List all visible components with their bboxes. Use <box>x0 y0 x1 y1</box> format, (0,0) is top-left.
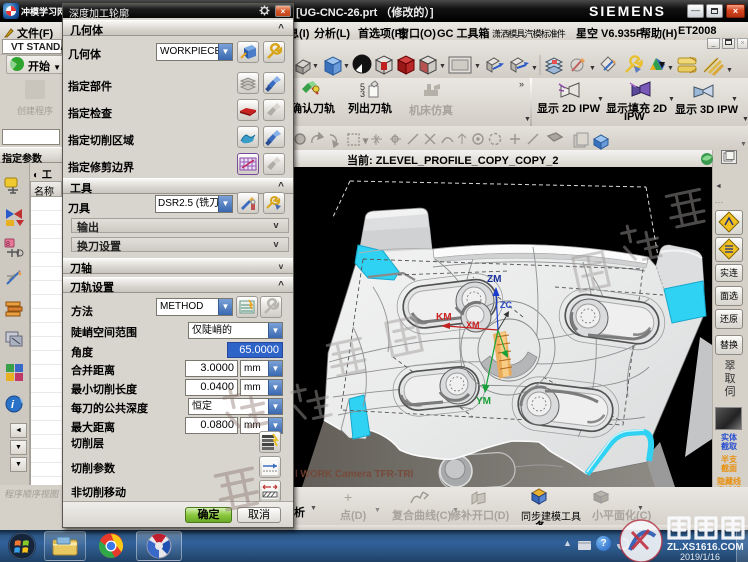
svg-text:▼: ▼ <box>667 65 674 72</box>
svg-text:3: 3 <box>360 89 365 98</box>
svg-text:▼: ▼ <box>439 63 446 70</box>
svg-text:8: 8 <box>6 241 10 248</box>
svg-text:2019/1/16: 2019/1/16 <box>680 552 720 562</box>
svg-text:▼: ▼ <box>531 65 538 72</box>
svg-text:▼: ▼ <box>474 63 481 70</box>
svg-text:▼: ▼ <box>343 63 350 70</box>
svg-text:YM: YM <box>476 396 491 407</box>
svg-text:l WORK Camera TFR-TRl: l WORK Camera TFR-TRl <box>295 469 414 480</box>
svg-text:KM: KM <box>436 312 452 323</box>
svg-text:▼: ▼ <box>362 138 369 145</box>
svg-text:XM: XM <box>466 320 480 330</box>
svg-text:▼: ▼ <box>312 63 319 70</box>
svg-text:ZM: ZM <box>487 274 501 285</box>
svg-text:▼: ▼ <box>726 67 733 74</box>
svg-text:▼: ▼ <box>740 141 747 148</box>
svg-text:ZC: ZC <box>500 300 512 310</box>
svg-text:▼: ▼ <box>589 65 596 72</box>
